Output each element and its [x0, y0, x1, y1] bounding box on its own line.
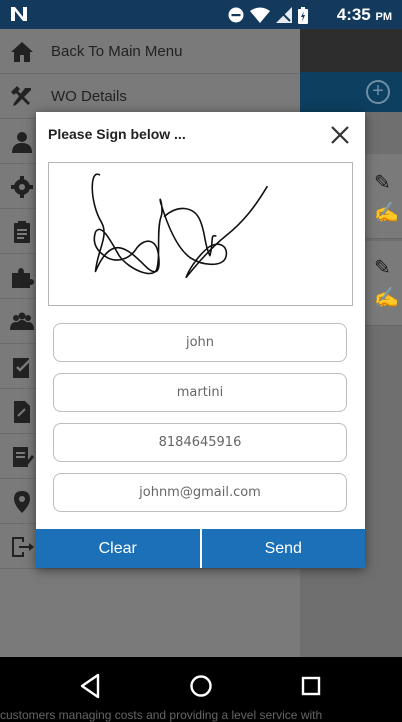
- battery-icon: [298, 6, 308, 24]
- back-icon[interactable]: [76, 671, 106, 701]
- clipboard-icon: [14, 221, 30, 243]
- last-name-field[interactable]: [53, 373, 347, 412]
- status-icons: [228, 6, 308, 24]
- logout-icon: [12, 537, 34, 557]
- puzzle-icon: [12, 268, 34, 288]
- status-bar: 4:35 PM: [0, 0, 402, 29]
- phone-field[interactable]: [53, 423, 347, 462]
- tools-icon: [11, 86, 31, 106]
- list-header-bar: +: [300, 72, 402, 112]
- add-icon[interactable]: +: [366, 80, 390, 104]
- home-button-icon[interactable]: [186, 671, 216, 701]
- signal-icon: [276, 7, 292, 23]
- gear-icon: [11, 176, 33, 198]
- signature-stroke: [91, 173, 268, 279]
- location-icon: [14, 491, 30, 513]
- close-icon[interactable]: [329, 124, 351, 146]
- dialog-button-row: Clear Send: [36, 529, 365, 568]
- signature-pad[interactable]: [48, 162, 353, 306]
- clock: 4:35 PM: [336, 5, 392, 24]
- checklist-icon: [13, 358, 31, 378]
- edit-icon[interactable]: ✍: [374, 200, 399, 224]
- email-field[interactable]: [53, 473, 347, 512]
- group-icon: [10, 312, 34, 330]
- first-name-field[interactable]: [53, 323, 347, 362]
- sign-icon[interactable]: ✎: [374, 170, 396, 194]
- document-icon: [14, 401, 30, 423]
- edit-icon[interactable]: ✍: [374, 285, 399, 309]
- wifi-icon: [250, 7, 270, 23]
- background-text: customers managing costs and providing a…: [0, 708, 323, 722]
- drawer-item-label: Back To Main Menu: [51, 43, 183, 60]
- sign-icon[interactable]: ✎: [374, 255, 396, 279]
- do-not-disturb-icon: [228, 7, 244, 23]
- clear-button[interactable]: Clear: [36, 529, 200, 568]
- signature-dialog: Please Sign below ... Clear Send: [36, 112, 365, 568]
- notification-n-icon: [11, 7, 27, 21]
- send-button[interactable]: Send: [199, 529, 365, 568]
- recent-apps-icon[interactable]: [296, 671, 326, 701]
- notes-icon: [13, 447, 34, 467]
- person-icon: [12, 132, 32, 153]
- drawer-item-label: WO Details: [51, 88, 127, 105]
- dialog-title: Please Sign below ...: [48, 126, 186, 142]
- drawer-item-back-to-main-menu[interactable]: Back To Main Menu: [0, 29, 300, 74]
- home-icon: [11, 42, 33, 62]
